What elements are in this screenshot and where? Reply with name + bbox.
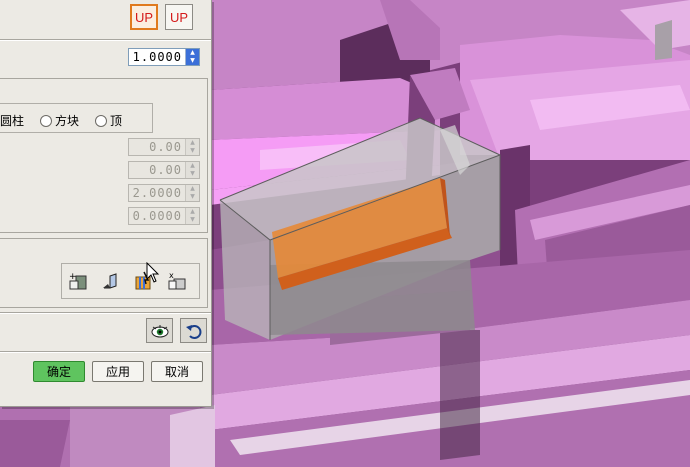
field-3-spinner[interactable]: ▲ ▼ bbox=[185, 185, 199, 201]
dialog-panel: UP UP 1.0000 ▲ ▼ 圆柱 方块 顶 0.00 ▲ ▼ 0.00 ▲ ▼ … bbox=[0, 0, 212, 407]
shape-option-label-1: 方块 bbox=[55, 114, 80, 128]
spin-down-icon[interactable]: ▼ bbox=[185, 57, 199, 65]
field-3-value: 2.0000 bbox=[132, 186, 182, 200]
field-1-spinner[interactable]: ▲ ▼ bbox=[185, 139, 199, 155]
spin-down-icon[interactable]: ▼ bbox=[185, 193, 199, 201]
cancel-button-label: 取消 bbox=[164, 365, 189, 379]
svg-text:+: + bbox=[69, 272, 77, 282]
field-4-value: 0.0000 bbox=[132, 209, 182, 223]
spin-up-icon[interactable]: ▲ bbox=[185, 162, 199, 170]
mouse-cursor-icon bbox=[146, 262, 160, 283]
field-4-spinner[interactable]: ▲ ▼ bbox=[185, 208, 199, 224]
field-1-value: 0.00 bbox=[149, 140, 182, 154]
shape-radio-group: 圆柱 方块 顶 bbox=[0, 103, 153, 133]
radio-cylinder[interactable]: 圆柱 bbox=[0, 112, 24, 129]
up-button-1[interactable]: UP bbox=[130, 4, 158, 30]
remove-tool-button[interactable]: x bbox=[165, 268, 189, 294]
radio-circle-icon bbox=[95, 114, 107, 127]
ok-button-label: 确定 bbox=[46, 365, 71, 379]
add-tool-icon: + bbox=[69, 272, 87, 290]
spin-down-icon[interactable]: ▼ bbox=[185, 170, 199, 178]
undo-icon bbox=[185, 324, 201, 339]
radio-top[interactable]: 顶 bbox=[95, 112, 122, 129]
radio-circle-icon bbox=[40, 114, 52, 127]
shape-option-label-2: 顶 bbox=[110, 114, 123, 128]
eye-icon bbox=[151, 324, 168, 337]
separator bbox=[0, 312, 211, 314]
field-3[interactable]: 2.0000 ▲ ▼ bbox=[128, 184, 200, 202]
scale-value: 1.0000 bbox=[132, 50, 182, 64]
shape-option-label-0: 圆柱 bbox=[0, 114, 25, 128]
field-2[interactable]: 0.00 ▲ ▼ bbox=[128, 161, 200, 179]
up-button-2[interactable]: UP bbox=[165, 4, 193, 30]
scale-spinner[interactable]: ▲ ▼ bbox=[185, 49, 199, 65]
apply-button-label: 应用 bbox=[105, 365, 130, 379]
spin-up-icon[interactable]: ▲ bbox=[185, 185, 199, 193]
ok-button[interactable]: 确定 bbox=[33, 361, 85, 382]
up-button-2-label: UP bbox=[169, 9, 189, 25]
remove-tool-icon: x bbox=[168, 271, 186, 290]
field-1[interactable]: 0.00 ▲ ▼ bbox=[128, 138, 200, 156]
separator bbox=[0, 39, 211, 41]
boolean-tool-icon bbox=[103, 273, 117, 289]
spin-down-icon[interactable]: ▼ bbox=[185, 216, 199, 224]
field-4[interactable]: 0.0000 ▲ ▼ bbox=[128, 207, 200, 225]
field-2-spinner[interactable]: ▲ ▼ bbox=[185, 162, 199, 178]
add-tool-button[interactable]: + bbox=[67, 268, 91, 294]
spin-down-icon[interactable]: ▼ bbox=[185, 147, 199, 155]
scale-input[interactable]: 1.0000 ▲ ▼ bbox=[128, 48, 200, 66]
preview-button[interactable] bbox=[146, 318, 173, 343]
apply-button[interactable]: 应用 bbox=[92, 361, 144, 382]
cancel-button[interactable]: 取消 bbox=[151, 361, 203, 382]
spin-up-icon[interactable]: ▲ bbox=[185, 208, 199, 216]
separator bbox=[0, 351, 211, 353]
undo-button[interactable] bbox=[180, 318, 207, 343]
field-2-value: 0.00 bbox=[149, 163, 182, 177]
svg-text:x: x bbox=[169, 271, 174, 280]
spin-up-icon[interactable]: ▲ bbox=[185, 49, 199, 57]
spin-up-icon[interactable]: ▲ bbox=[185, 139, 199, 147]
boolean-tool-button[interactable] bbox=[99, 268, 123, 294]
up-button-1-label: UP bbox=[134, 9, 154, 25]
radio-block[interactable]: 方块 bbox=[40, 112, 79, 129]
